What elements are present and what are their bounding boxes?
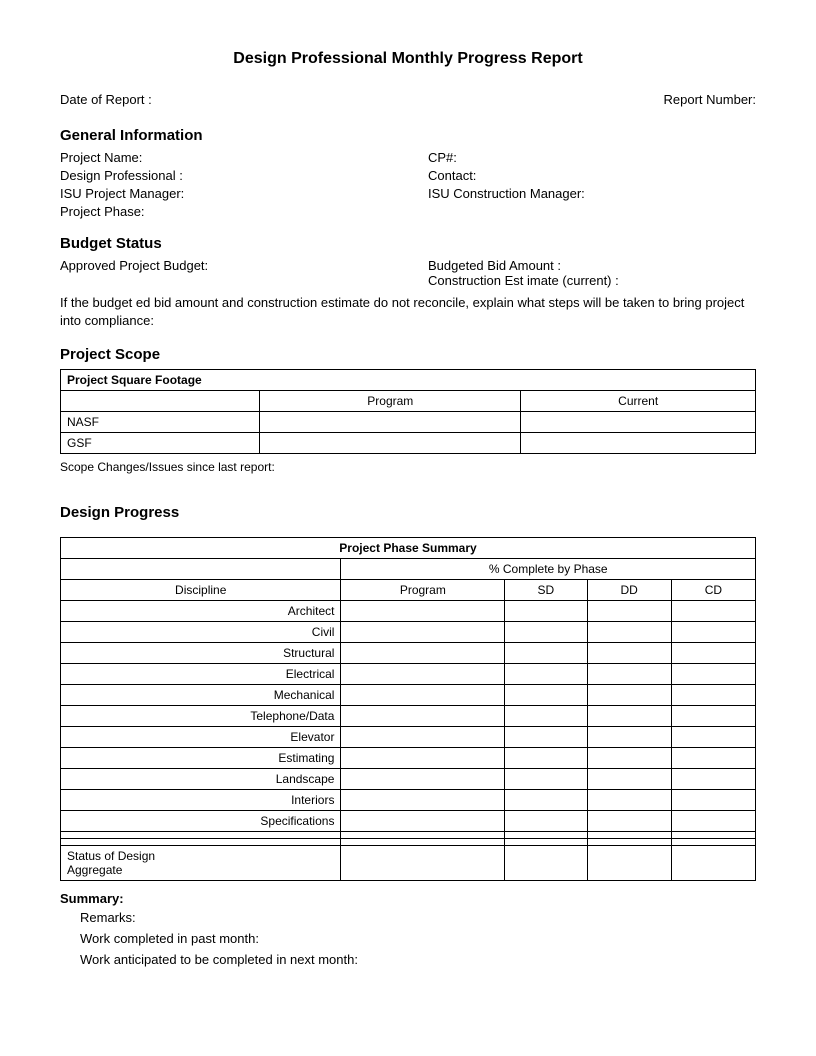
- cp-field: CP#:: [428, 150, 756, 165]
- sd-col: SD: [505, 580, 587, 601]
- project-phase-field: Project Phase:: [60, 204, 388, 219]
- budget-note: If the budget ed bid amount and construc…: [60, 294, 756, 330]
- cd-col: CD: [671, 580, 755, 601]
- phase-main-header: Project Phase Summary: [61, 538, 756, 559]
- discipline-col: Discipline: [61, 580, 341, 601]
- design-progress-title: Design Progress: [60, 504, 756, 521]
- approved-budget-label: Approved Project Budget:: [60, 258, 388, 288]
- civil-row: Civil: [61, 622, 756, 643]
- elevator-row: Elevator: [61, 727, 756, 748]
- summary-label: Summary:: [60, 891, 124, 906]
- program-col: Program: [341, 580, 505, 601]
- project-scope-section: Project Scope Project Square Footage Pro…: [60, 346, 756, 474]
- date-of-report-label: Date of Report :: [60, 92, 152, 107]
- nasf-label: NASF: [61, 412, 260, 433]
- general-info-title: General Information: [60, 127, 756, 144]
- table-main-header: Project Square Footage: [61, 370, 756, 391]
- budget-status-title: Budget Status: [60, 235, 756, 252]
- project-name-field: Project Name:: [60, 150, 388, 165]
- status-of-design-row: Status of DesignAggregate: [61, 846, 756, 881]
- design-progress-section: Design Progress Project Phase Summary % …: [60, 504, 756, 881]
- contact-field: Contact:: [428, 168, 756, 183]
- field-row-2: Design Professional : Contact:: [60, 168, 756, 183]
- work-completed-label: Work completed in past month:: [80, 929, 756, 950]
- project-scope-title: Project Scope: [60, 346, 756, 363]
- empty-row-2: [61, 839, 756, 846]
- program-col-header: Program: [260, 391, 521, 412]
- gsf-row: GSF: [61, 433, 756, 454]
- report-number-label: Report Number:: [664, 92, 756, 107]
- summary-details: Remarks: Work completed in past month: W…: [60, 908, 756, 970]
- field-row-4: Project Phase:: [60, 204, 756, 219]
- design-professional-field: Design Professional :: [60, 168, 388, 183]
- project-square-footage-table: Project Square Footage Program Current N…: [60, 369, 756, 454]
- specifications-row: Specifications: [61, 811, 756, 832]
- architect-row: Architect: [61, 601, 756, 622]
- telephone-data-row: Telephone/Data: [61, 706, 756, 727]
- status-design-label: Status of DesignAggregate: [61, 846, 341, 881]
- nasf-row: NASF: [61, 412, 756, 433]
- remarks-label: Remarks:: [80, 908, 756, 929]
- budget-row: Approved Project Budget: Budgeted Bid Am…: [60, 258, 756, 288]
- mechanical-row: Mechanical: [61, 685, 756, 706]
- summary-section: Summary: Remarks: Work completed in past…: [60, 891, 756, 970]
- budgeted-bid-label: Budgeted Bid Amount : Construction Est i…: [428, 258, 756, 288]
- field-row-3: ISU Project Manager: ISU Construction Ma…: [60, 186, 756, 201]
- interiors-row: Interiors: [61, 790, 756, 811]
- isu-construction-manager-field: ISU Construction Manager:: [428, 186, 756, 201]
- empty-row-1: [61, 832, 756, 839]
- electrical-row: Electrical: [61, 664, 756, 685]
- field-row-1: Project Name: CP#:: [60, 150, 756, 165]
- work-anticipated-label: Work anticipated to be completed in next…: [80, 950, 756, 971]
- report-header: Date of Report : Report Number:: [60, 92, 756, 107]
- estimating-row: Estimating: [61, 748, 756, 769]
- phase-table-title: Project Phase Summary: [61, 538, 756, 559]
- table-sub-header: Program Current: [61, 391, 756, 412]
- current-col-header: Current: [521, 391, 756, 412]
- structural-row: Structural: [61, 643, 756, 664]
- table-header-row: Project Square Footage: [61, 370, 756, 391]
- project-phase-summary-table: Project Phase Summary % Complete by Phas…: [60, 537, 756, 881]
- page-title: Design Professional Monthly Progress Rep…: [60, 50, 756, 68]
- pct-label: % Complete by Phase: [341, 559, 756, 580]
- col-headers-row: Discipline Program SD DD CD: [61, 580, 756, 601]
- pct-header-row: % Complete by Phase: [61, 559, 756, 580]
- general-information-section: General Information Project Name: CP#: D…: [60, 127, 756, 219]
- dd-col: DD: [587, 580, 671, 601]
- budget-status-section: Budget Status Approved Project Budget: B…: [60, 235, 756, 330]
- isu-project-manager-field: ISU Project Manager:: [60, 186, 388, 201]
- landscape-row: Landscape: [61, 769, 756, 790]
- scope-changes-label: Scope Changes/Issues since last report:: [60, 460, 756, 474]
- gsf-label: GSF: [61, 433, 260, 454]
